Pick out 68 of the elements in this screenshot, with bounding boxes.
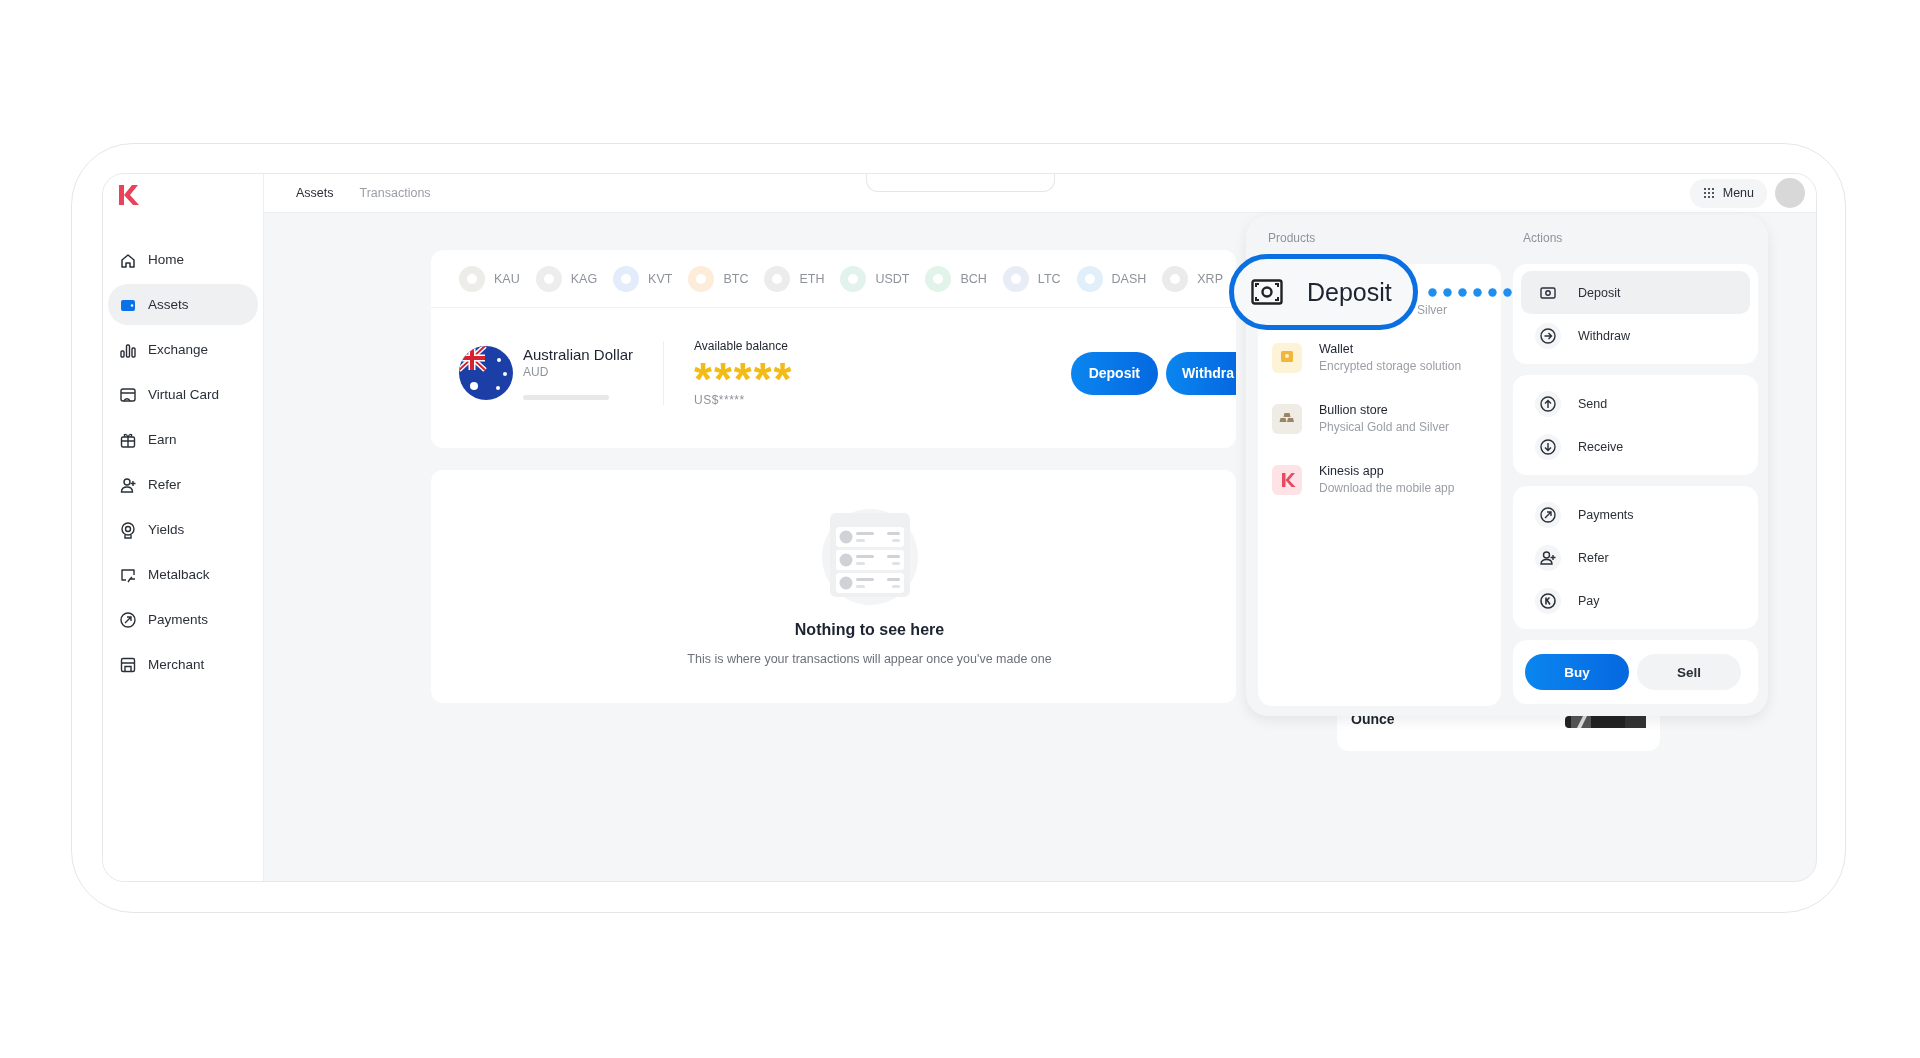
product-subtitle: Download the mobile app <box>1319 481 1455 495</box>
balance-label: Available balance <box>694 339 789 353</box>
deposit-button[interactable]: Deposit <box>1070 351 1158 395</box>
coin-icon <box>613 265 640 292</box>
product-item[interactable]: Bullion store Physical Gold and Silver <box>1258 388 1501 449</box>
sidebar-item[interactable]: Earn <box>108 419 258 460</box>
action-item[interactable]: Withdraw <box>1521 314 1750 357</box>
sell-button[interactable]: Sell <box>1637 654 1741 690</box>
flag-icon <box>459 346 513 400</box>
product-subtitle: Encrypted storage solution <box>1319 359 1462 373</box>
sidebar-item[interactable]: Yields <box>108 509 258 550</box>
coin-icon <box>688 265 715 292</box>
arrow-up-icon <box>1535 390 1561 417</box>
arrow-down-icon <box>1535 433 1561 460</box>
action-item[interactable]: Receive <box>1521 425 1750 468</box>
sidebar-item[interactable]: Virtual Card <box>108 374 258 415</box>
sidebar-item[interactable]: Assets <box>108 284 258 325</box>
menu-button[interactable]: Menu <box>1689 178 1767 208</box>
empty-title: Nothing to see here <box>794 621 945 639</box>
action-item[interactable]: Refer <box>1521 536 1750 579</box>
action-item[interactable]: Pay <box>1521 579 1750 622</box>
product-item[interactable]: Kinesis app Download the mobile app <box>1258 449 1501 510</box>
add-person-icon <box>119 475 137 494</box>
sidebar-item[interactable]: Home <box>108 239 258 280</box>
sidebar-item[interactable]: Refer <box>108 464 258 505</box>
action-item[interactable]: Payments <box>1521 493 1750 536</box>
badge-icon <box>119 520 137 539</box>
section-heading: Products <box>1267 230 1317 247</box>
sidebar-item[interactable]: Payments <box>108 599 258 640</box>
coin-icon <box>1002 265 1029 292</box>
card-icon <box>119 385 137 404</box>
bullion-bars-icon <box>1272 403 1302 434</box>
arrow-right-icon <box>1535 322 1561 349</box>
wallet-icon <box>1272 342 1302 373</box>
currency-name: Australian Dollar <box>523 346 635 363</box>
action-item[interactable]: Deposit <box>1521 271 1750 314</box>
buy-button[interactable]: Buy <box>1525 654 1629 690</box>
callout-bubble: Deposit <box>1229 254 1418 330</box>
tab[interactable]: Assets <box>296 186 334 200</box>
coin-icon <box>840 265 867 292</box>
empty-text: This is where your transactions will appear once you've made one <box>687 652 1052 666</box>
arrow-circle-icon <box>119 610 137 629</box>
product-item[interactable]: Wallet Encrypted storage solution <box>1258 327 1501 388</box>
arrow-diagonal-icon <box>1535 501 1561 528</box>
usd-amount: US$***** <box>694 393 746 407</box>
coin-icon <box>925 265 952 292</box>
banknote-icon <box>1251 279 1283 305</box>
action-item[interactable]: Send <box>1521 382 1750 425</box>
balance-amount: ***** <box>694 357 794 391</box>
product-name: Kinesis app <box>1319 464 1385 478</box>
withdraw-button[interactable]: Withdra <box>1166 351 1236 395</box>
grid-icon <box>1702 187 1715 199</box>
coin-icon <box>1076 265 1103 292</box>
product-name: Bullion store <box>1319 403 1389 417</box>
add-person-icon <box>1535 544 1561 571</box>
currency-code: AUD <box>523 365 550 379</box>
logo-icon <box>1272 464 1302 495</box>
logo-icon <box>117 183 141 207</box>
product-name: Wallet <box>1319 342 1355 356</box>
avatar[interactable] <box>1775 178 1805 208</box>
product-subtitle: Physical Gold and Silver <box>1319 420 1450 434</box>
section-heading: Actions <box>1522 230 1564 247</box>
sidebar-item[interactable]: Merchant <box>108 644 258 685</box>
coin-icon <box>1535 587 1561 614</box>
sidebar-item[interactable]: Metalback <box>108 554 258 595</box>
sidebar-item[interactable]: Exchange <box>108 329 258 370</box>
product-subtitle: Silver <box>1417 303 1447 317</box>
store-icon <box>119 655 137 674</box>
